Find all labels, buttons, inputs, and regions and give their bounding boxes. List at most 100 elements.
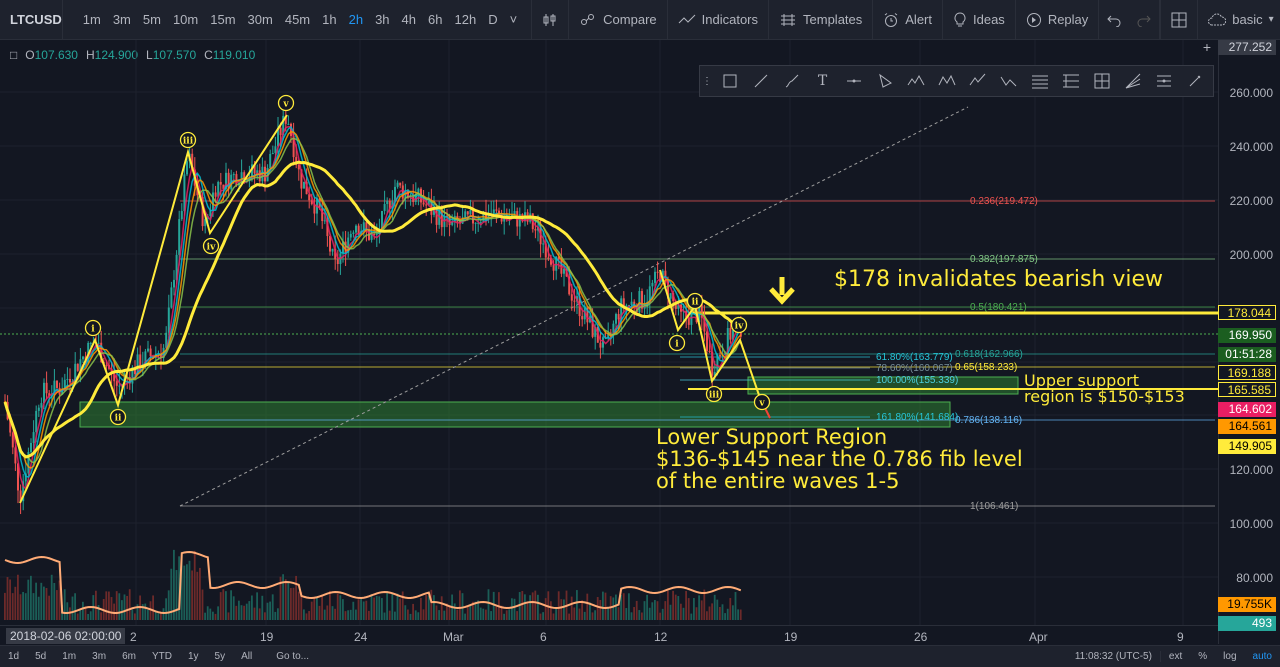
fib-fan-icon[interactable] (1117, 66, 1148, 96)
volume-bar (240, 605, 243, 620)
horizontal-line-icon[interactable] (838, 66, 869, 96)
interval-3h[interactable]: 3h (369, 12, 395, 27)
range-5y[interactable]: 5y (207, 651, 234, 662)
wave-label-text: iii (709, 391, 720, 401)
interval-1m[interactable]: 1m (77, 12, 107, 27)
price-tick: 220.000 (1229, 194, 1273, 208)
volume-bar (466, 606, 469, 620)
volume-bar (365, 600, 368, 620)
volume-bar (698, 595, 700, 620)
text-tool-icon[interactable]: T (807, 66, 838, 96)
percent-toggle[interactable]: % (1190, 651, 1215, 662)
interval-2h[interactable]: 2h (343, 12, 369, 27)
volume-bar (35, 582, 37, 620)
volume-bar (672, 590, 674, 620)
interval-3m[interactable]: 3m (107, 12, 137, 27)
alert-button[interactable]: Alert (873, 0, 943, 40)
interval-15m[interactable]: 15m (204, 12, 241, 27)
price-tick: 80.000 (1236, 571, 1273, 585)
layout-grid-button[interactable] (1160, 0, 1199, 40)
compare-button[interactable]: Compare (569, 0, 668, 40)
interval-5m[interactable]: 5m (137, 12, 167, 27)
fib-retracement-icon[interactable] (1024, 66, 1055, 96)
volume-bar (420, 597, 422, 620)
volume-bar (641, 612, 643, 620)
interval-4h[interactable]: 4h (396, 12, 422, 27)
ideas-button[interactable]: Ideas (943, 0, 1016, 40)
fib-extension-icon[interactable] (1055, 66, 1086, 96)
correction-wave-icon[interactable] (993, 66, 1024, 96)
bottom-bar: 1d 5d 1m 3m 6m YTD 1y 5y All Go to... 11:08:32 (… (0, 645, 1280, 667)
range-ytd[interactable]: YTD (144, 651, 180, 662)
goto-button[interactable]: Go to... (268, 651, 317, 662)
volume-bar (596, 597, 599, 620)
range-all[interactable]: All (233, 651, 260, 662)
volume-bar (128, 589, 131, 620)
volume-bar (394, 611, 396, 620)
volume-bar (552, 613, 555, 620)
volume-bar (555, 608, 557, 620)
volume-bar (339, 595, 342, 620)
price-chart[interactable]: 0.236(219.472) 0.382(197.875) 0.5(180.421)… (0, 40, 1218, 625)
volume-bar (674, 594, 677, 620)
redo-button[interactable] (1129, 0, 1161, 40)
brush-tool-icon[interactable] (776, 66, 807, 96)
range-1m[interactable]: 1m (54, 651, 84, 662)
volume-bar (256, 592, 258, 620)
volume-bar (524, 594, 526, 620)
ext-toggle[interactable]: ext (1159, 651, 1190, 662)
candle-body (66, 379, 69, 381)
candle-body (495, 209, 498, 211)
range-3m[interactable]: 3m (84, 651, 114, 662)
candle-body (219, 181, 222, 185)
log-toggle[interactable]: log (1215, 651, 1244, 662)
time-axis[interactable]: 2018-02-06 02:00:00 2 19 24 Mar 6 12 19 26 Apr 9 (0, 625, 1218, 646)
symbol-search[interactable]: LTCUSD (0, 0, 63, 40)
interval-45m[interactable]: 45m (279, 12, 316, 27)
elliott-wave-icon[interactable] (900, 66, 931, 96)
interval-dropdown-icon[interactable]: ˅ (504, 12, 524, 27)
gann-box-icon[interactable] (1086, 66, 1117, 96)
price-marker-label: 169.188 (1218, 365, 1276, 380)
volume-bar (191, 570, 193, 620)
add-plus-icon[interactable]: + (1200, 40, 1214, 54)
candle-body (287, 123, 290, 125)
volume-bar (531, 592, 534, 620)
indicators-button[interactable]: Indicators (668, 0, 770, 40)
drag-handle-icon[interactable]: ⋮ (700, 66, 714, 96)
interval-10m[interactable]: 10m (167, 12, 204, 27)
volume-bar (599, 599, 602, 620)
volume-bar (212, 611, 214, 620)
pitchfork-icon[interactable] (1148, 66, 1179, 96)
range-5d[interactable]: 5d (27, 651, 54, 662)
volume-bar (570, 596, 573, 620)
layout-menu-button[interactable]: basic ▾ (1198, 0, 1280, 40)
volume-bar (651, 602, 654, 620)
interval-D[interactable]: D (482, 12, 503, 27)
interval-12h[interactable]: 12h (448, 12, 482, 27)
impulse-wave-icon[interactable] (962, 66, 993, 96)
undo-button[interactable] (1099, 0, 1129, 40)
range-6m[interactable]: 6m (114, 651, 144, 662)
auto-toggle[interactable]: auto (1245, 651, 1280, 662)
interval-30m[interactable]: 30m (242, 12, 279, 27)
range-1y[interactable]: 1y (180, 651, 207, 662)
abcde-wave-icon[interactable] (931, 66, 962, 96)
candle-body (173, 279, 175, 288)
volume-bar (40, 582, 43, 620)
interval-1h[interactable]: 1h (316, 12, 342, 27)
templates-button[interactable]: Templates (769, 0, 874, 40)
settings-tool-icon[interactable] (1179, 66, 1210, 96)
lower-support-line2: $136-$145 near the 0.786 fib level (656, 447, 1023, 471)
volume-bar (186, 564, 188, 620)
rectangle-tool-icon[interactable] (714, 66, 745, 96)
pattern-tool-icon[interactable] (869, 66, 900, 96)
volume-bar (659, 612, 661, 620)
volume-bar (108, 591, 110, 620)
replay-button[interactable]: Replay (1016, 0, 1100, 40)
interval-6h[interactable]: 6h (422, 12, 448, 27)
range-1d[interactable]: 1d (0, 651, 27, 662)
chart-type-button[interactable] (532, 0, 570, 40)
trendline-tool-icon[interactable] (745, 66, 776, 96)
volume-bar (336, 593, 339, 620)
